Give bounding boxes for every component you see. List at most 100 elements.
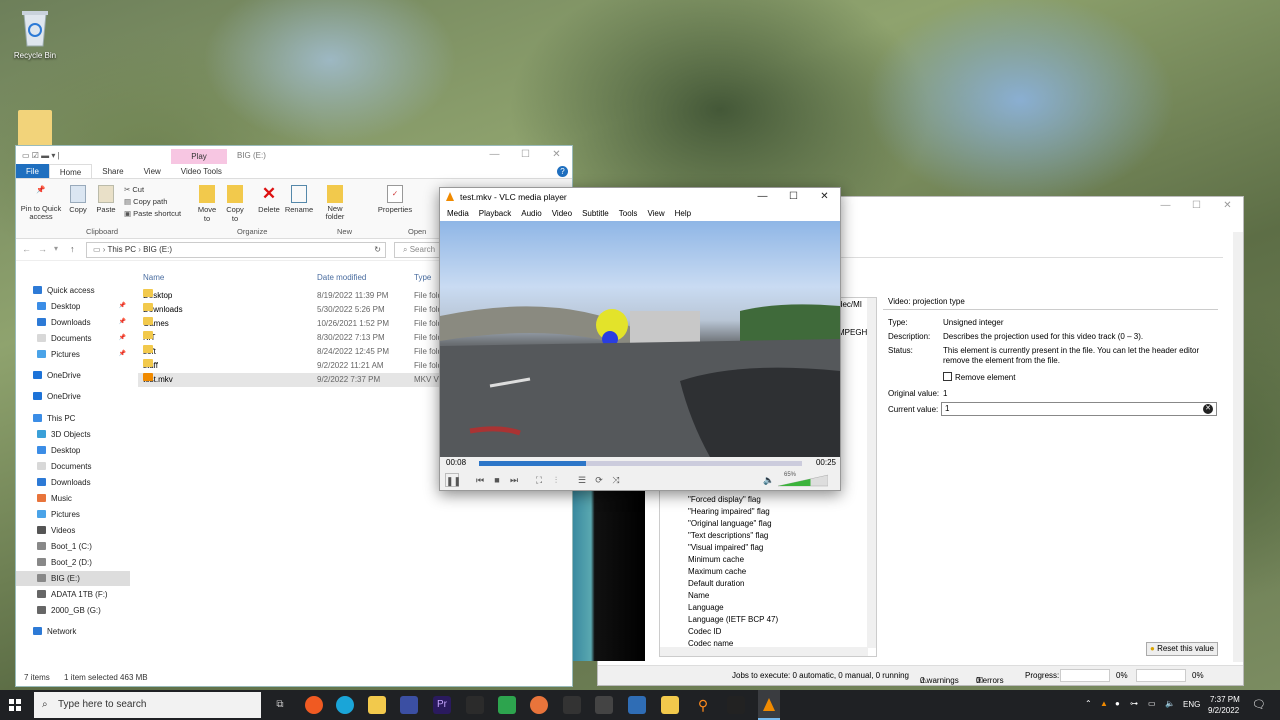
nav-item-pictures[interactable]: Pictures 📌 (16, 347, 130, 362)
copy-path-button[interactable]: ▤ Copy path (124, 196, 181, 208)
volume-slider[interactable]: 65% (778, 472, 828, 487)
vlc-maximize-button[interactable]: ☐ (778, 188, 809, 206)
nav-item-2000-gb-g[interactable]: 2000_GB (G:) (16, 603, 130, 618)
task-view-icon[interactable]: ⧉ (271, 696, 289, 714)
quick-access-toolbar[interactable]: ▭ ☑ ▬ ▾ | (22, 151, 60, 160)
recent-chevron-icon[interactable]: ▾ (54, 244, 58, 253)
shuffle-button[interactable]: ⤨ (609, 473, 623, 487)
clear-value-icon[interactable]: ✕ (1203, 404, 1213, 414)
column-date-header[interactable]: Date modified (317, 273, 366, 282)
copy-button[interactable]: Copy (66, 185, 90, 214)
nav-item-downloads[interactable]: Downloads 📌 (16, 315, 130, 330)
app-orange-icon[interactable] (530, 696, 548, 714)
tree-item[interactable]: Default duration (688, 579, 744, 588)
app-dark-icon[interactable] (466, 696, 484, 714)
tray-volume-icon[interactable]: 🔈 (1165, 699, 1175, 708)
maximize-button[interactable]: ☐ (510, 146, 541, 164)
file-explorer-icon[interactable] (368, 696, 386, 714)
tree-item[interactable]: "Visual impaired" flag (688, 543, 763, 552)
video-frame[interactable] (440, 221, 840, 457)
tree-item[interactable]: "Text descriptions" flag (688, 531, 768, 540)
delete-button[interactable]: ✕ Delete (256, 185, 282, 215)
vlc-minimize-button[interactable]: — (747, 188, 778, 206)
nav-item-3d-objects[interactable]: 3D Objects (16, 427, 130, 442)
stop-button[interactable]: ■ (490, 473, 504, 487)
help-icon[interactable]: ? (557, 166, 568, 177)
editor-minimize-button[interactable]: — (1150, 197, 1181, 215)
tree-item[interactable]: Maximum cache (688, 567, 746, 576)
nav-item-downloads[interactable]: Downloads (16, 475, 130, 490)
start-button[interactable] (9, 699, 21, 711)
tree-item[interactable]: "Original language" flag (688, 519, 772, 528)
terminal-icon[interactable] (595, 696, 613, 714)
editor-close-button[interactable]: ✕ (1212, 197, 1243, 215)
menu-view[interactable]: View (642, 206, 669, 221)
seek-bar[interactable] (479, 461, 802, 466)
menu-subtitle[interactable]: Subtitle (577, 206, 614, 221)
refresh-icon[interactable]: ↻ (374, 243, 381, 257)
nav-item-pictures[interactable]: Pictures (16, 507, 130, 522)
breadcrumb-drive[interactable]: BIG (E:) (143, 245, 172, 254)
close-button[interactable]: ✕ (541, 146, 572, 164)
back-arrow-icon[interactable]: ← (22, 244, 31, 254)
address-box[interactable]: ▭ › This PC › BIG (E:) ↻ (86, 242, 386, 258)
tray-network-icon[interactable]: ▭ (1148, 699, 1156, 708)
cut-button[interactable]: ✂ Cut (124, 184, 181, 196)
nav-item-documents[interactable]: Documents 📌 (16, 331, 130, 346)
tree-item[interactable]: Language (688, 603, 724, 612)
reset-value-button[interactable]: ● Reset this value (1146, 642, 1218, 656)
tray-time[interactable]: 7:37 PM (1210, 695, 1240, 704)
app-green-icon[interactable] (498, 696, 516, 714)
next-button[interactable]: ⏭ (507, 473, 521, 487)
tree-item[interactable]: "Forced display" flag (688, 495, 761, 504)
nav-item-music[interactable]: Music (16, 491, 130, 506)
column-type-header[interactable]: Type (414, 273, 431, 282)
pin-quick-access-button[interactable]: 📌 Pin to Quick access (19, 185, 63, 221)
tree-item[interactable]: Language (IETF BCP 47) (688, 615, 778, 624)
up-arrow-icon[interactable]: ↑ (70, 244, 75, 254)
forward-arrow-icon[interactable]: → (38, 244, 47, 254)
nav-item-desktop[interactable]: Desktop (16, 443, 130, 458)
vlc-taskbar-icon[interactable] (758, 690, 780, 720)
nav-item-adata-1tb-f[interactable]: ADATA 1TB (F:) (16, 587, 130, 602)
breadcrumb-this-pc[interactable]: This PC (108, 245, 136, 254)
app-black-icon[interactable] (727, 696, 745, 714)
properties-button[interactable]: ✓ Properties (376, 185, 414, 214)
menu-media[interactable]: Media (442, 206, 474, 221)
previous-button[interactable]: ⏮ (473, 473, 487, 487)
tree-item[interactable]: Minimum cache (688, 555, 744, 564)
recycle-bin-shortcut[interactable]: Recycle Bin (5, 8, 65, 60)
nav-item-onedrive[interactable]: OneDrive (16, 389, 130, 404)
nav-item-videos[interactable]: Videos (16, 523, 130, 538)
nav-item-documents[interactable]: Documents (16, 459, 130, 474)
tab-share[interactable]: Share (92, 164, 133, 178)
brave-browser-icon[interactable] (305, 696, 323, 714)
tree-item[interactable]: Name (688, 591, 709, 600)
nav-item-onedrive[interactable]: OneDrive (16, 368, 130, 383)
tab-video-tools[interactable]: Video Tools (171, 164, 232, 178)
nav-item-desktop[interactable]: Desktop 📌 (16, 299, 130, 314)
menu-help[interactable]: Help (670, 206, 696, 221)
playlist-button[interactable]: ☰ (575, 473, 589, 487)
tray-date[interactable]: 9/2/2022 (1208, 706, 1239, 715)
loop-button[interactable]: ⟳ (592, 473, 606, 487)
notification-center-icon[interactable]: 🗨 (1252, 698, 1266, 711)
tab-view[interactable]: View (134, 164, 171, 178)
menu-audio[interactable]: Audio (516, 206, 546, 221)
column-name-header[interactable]: Name (143, 273, 164, 282)
extended-settings-button[interactable]: ⫶ (549, 473, 563, 487)
move-to-button[interactable]: Move to (196, 185, 218, 223)
tab-home[interactable]: Home (48, 164, 93, 178)
nav-item-boot-1-c[interactable]: Boot_1 (C:) (16, 539, 130, 554)
tree-vertical-scrollbar[interactable] (867, 298, 876, 648)
minimize-button[interactable]: — (479, 146, 510, 164)
tree-horizontal-scrollbar[interactable] (660, 647, 868, 656)
tree-item[interactable]: "Hearing impaired" flag (688, 507, 770, 516)
nav-item-network[interactable]: Network (16, 624, 130, 639)
tray-usb-icon[interactable]: ⊶ (1130, 699, 1138, 708)
menu-video[interactable]: Video (547, 206, 577, 221)
tree-item[interactable]: Codec name (688, 639, 733, 648)
paste-button[interactable]: Paste (94, 185, 118, 214)
pause-button[interactable]: ❚❚ (445, 473, 461, 487)
copy-to-button[interactable]: Copy to (224, 185, 246, 223)
